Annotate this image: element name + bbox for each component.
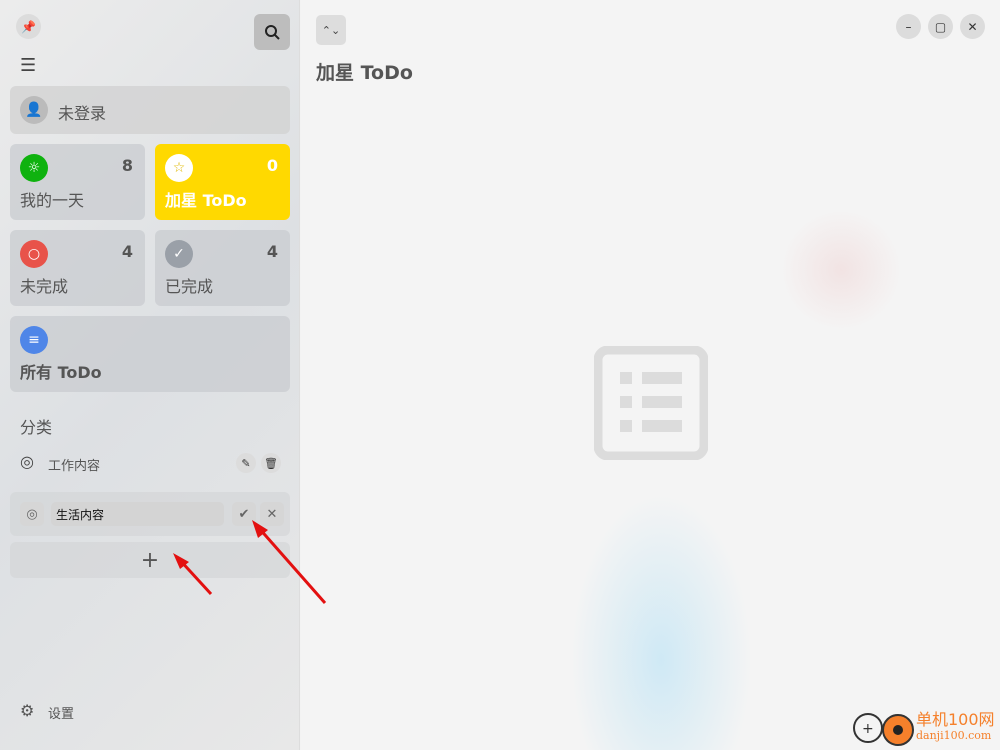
card-incomplete[interactable]: ○ 4 未完成 [10,230,145,306]
delete-button[interactable]: 🗑 [261,453,281,473]
search-button[interactable] [254,14,290,50]
sidebar: 📌 ☰ 👤 未登录 ☼ 8 我的一天 ☆ 0 加星 ToDo ○ 4 未完成 ✓… [0,0,300,750]
target-icon: ◎ [20,452,34,471]
list-icon: ≡ [20,326,48,354]
minimize-icon: – [905,19,912,34]
watermark-url: danji100.com [916,728,992,742]
card-my-day[interactable]: ☼ 8 我的一天 [10,144,145,220]
category-item[interactable]: ◎ 工作内容 ✎ 🗑 [10,448,290,478]
minimize-button[interactable]: – [896,14,921,39]
new-category-row: ◎ ✔ ✕ [10,492,290,536]
label: 我的一天 [20,191,85,210]
cancel-button[interactable]: ✕ [260,502,284,526]
search-icon [265,25,280,40]
settings-link[interactable]: 设置 [48,703,74,722]
user-icon: 👤 [20,96,48,124]
trash-icon: 🗑 [264,456,278,470]
user-label: 未登录 [58,104,107,123]
plus-icon: + [140,547,160,573]
maximize-button[interactable]: ▢ [928,14,953,39]
close-window-button[interactable]: ✕ [960,14,985,39]
sun-icon: ☼ [20,154,48,182]
pencil-icon: ✎ [241,456,251,470]
main-panel: ⌃⌄ 加星 ToDo – ▢ ✕ [301,0,1000,750]
category-name-input[interactable] [51,502,224,526]
confirm-button[interactable]: ✔ [232,502,256,526]
card-completed[interactable]: ✓ 4 已完成 [155,230,290,306]
watermark: + 单机100网 danji100.com [850,706,995,746]
count: 0 [266,156,278,175]
user-login-button[interactable]: 👤 未登录 [10,86,290,134]
count: 4 [266,242,278,261]
edit-button[interactable]: ✎ [236,453,256,473]
empty-list-icon [594,346,708,460]
check-icon: ✔ [238,506,250,522]
category-heading: 分类 [20,418,53,437]
target-icon: ◎ [20,502,44,526]
close-icon: ✕ [266,506,278,522]
menu-button[interactable]: ☰ [20,55,36,76]
check-circle-icon: ✓ [165,240,193,268]
count: 4 [121,242,133,261]
menu-icon: ☰ [20,55,37,76]
pin-icon: 📌 [21,19,36,34]
page-title: 加星 ToDo [316,62,413,84]
circle-icon: ○ [20,240,48,268]
star-icon: ☆ [165,154,193,182]
label: 未完成 [20,277,69,296]
watermark-text: 单机100网 [916,709,995,729]
close-icon: ✕ [967,19,978,34]
category-label: 工作内容 [48,459,101,474]
add-category-button[interactable]: + [10,542,290,578]
maximize-icon: ▢ [934,19,947,34]
watermark-logo: + [853,713,914,746]
gear-icon: ⚙ [20,701,35,720]
card-all[interactable]: ≡ 所有 ToDo [10,316,290,392]
label: 加星 ToDo [165,191,247,210]
chevron-up-down-icon: ⌃⌄ [321,23,341,37]
label: 所有 ToDo [20,363,102,382]
label: 已完成 [165,277,214,296]
sort-button[interactable]: ⌃⌄ [316,15,346,45]
count: 8 [121,156,133,175]
pin-button[interactable]: 📌 [16,14,41,39]
card-starred[interactable]: ☆ 0 加星 ToDo [155,144,290,220]
svg-text:+: + [862,721,874,737]
